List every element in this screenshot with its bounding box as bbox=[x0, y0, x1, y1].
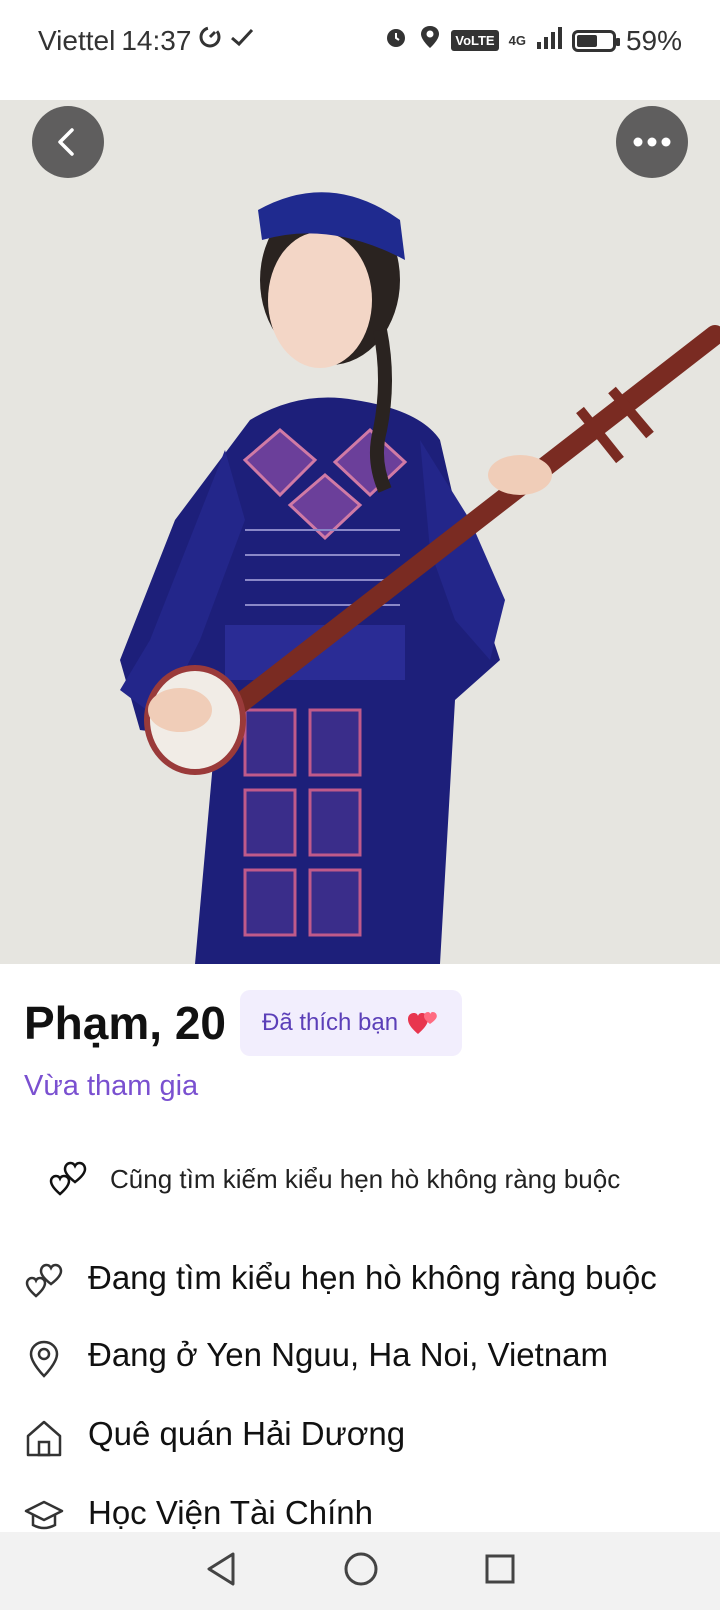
profile-photo[interactable] bbox=[0, 100, 720, 964]
profile-info-list: Đang tìm kiểu hẹn hò không ràng buộc Đan… bbox=[24, 1258, 704, 1572]
info-item-hometown: Quê quán Hải Dương bbox=[24, 1414, 704, 1463]
nav-back-icon[interactable] bbox=[204, 1551, 238, 1592]
more-dots-icon bbox=[633, 137, 671, 147]
joined-status: Vừa tham gia bbox=[24, 1070, 199, 1102]
hearts-icon bbox=[49, 1161, 87, 1196]
info-item-looking-for: Đang tìm kiểu hẹn hò không ràng buộc bbox=[24, 1258, 704, 1305]
signal-icon bbox=[536, 25, 562, 57]
info-item-location: Đang ở Yen Nguu, Ha Noi, Vietnam bbox=[24, 1335, 704, 1384]
chevron-left-icon bbox=[58, 128, 74, 156]
battery-percent: 59% bbox=[625, 24, 682, 56]
liked-badge-label: Đã thích bạn bbox=[262, 1009, 399, 1036]
alarm-icon bbox=[383, 24, 409, 57]
also-looking-text: Cũng tìm kiếm kiểu hẹn hò không ràng buộ… bbox=[110, 1163, 621, 1194]
name-row: Phạm, 20 Đã thích bạn bbox=[24, 990, 463, 1056]
also-looking-row: Cũng tìm kiếm kiểu hẹn hò không ràng buộ… bbox=[48, 1160, 620, 1198]
info-text-hometown: Quê quán Hải Dương bbox=[88, 1415, 406, 1452]
location-pin-icon bbox=[24, 1335, 64, 1384]
clock: 14:37 bbox=[121, 24, 192, 56]
liked-you-badge: Đã thích bạn bbox=[240, 990, 463, 1056]
data-saver-icon bbox=[197, 24, 223, 57]
battery-fill bbox=[576, 34, 597, 47]
status-bar: Viettel 14:37 VoLTE 4G 59% bbox=[0, 0, 720, 100]
battery-icon bbox=[571, 29, 620, 52]
status-left: Viettel 14:37 bbox=[38, 24, 255, 57]
hearts-icon bbox=[24, 1258, 64, 1305]
home-icon bbox=[24, 1414, 64, 1463]
check-icon bbox=[229, 24, 255, 57]
more-options-button[interactable] bbox=[616, 106, 688, 178]
info-text-school: Học Viện Tài Chính bbox=[88, 1494, 373, 1531]
network-type: 4G bbox=[508, 33, 526, 48]
carrier-name: Viettel bbox=[38, 24, 116, 56]
system-nav-bar bbox=[0, 1532, 720, 1610]
hearts-emoji-icon bbox=[408, 1012, 437, 1034]
back-button[interactable] bbox=[32, 106, 104, 178]
info-text-location: Đang ở Yen Nguu, Ha Noi, Vietnam bbox=[88, 1336, 609, 1373]
status-right: VoLTE 4G 59% bbox=[383, 24, 682, 57]
volte-badge: VoLTE bbox=[451, 30, 499, 51]
info-text-looking-for: Đang tìm kiểu hẹn hò không ràng buộc bbox=[88, 1259, 657, 1296]
location-icon bbox=[419, 24, 441, 57]
nav-home-icon[interactable] bbox=[343, 1551, 379, 1592]
nav-recents-icon[interactable] bbox=[484, 1553, 516, 1590]
profile-name-age: Phạm, 20 bbox=[24, 997, 226, 1049]
